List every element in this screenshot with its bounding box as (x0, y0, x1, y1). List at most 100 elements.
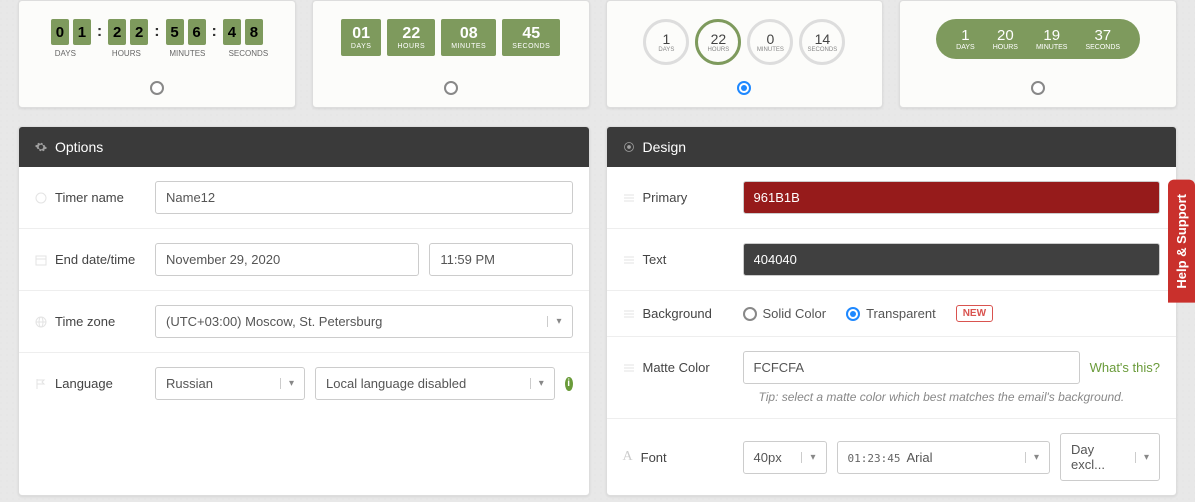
chevron-down-icon: ▾ (1135, 452, 1149, 463)
field-timezone: Time zone (UTC+03:00) Moscow, St. Peters… (19, 291, 589, 353)
circle-minutes: 0MINUTES (747, 19, 793, 65)
label-hours: HOURS (98, 49, 155, 58)
lines-icon (623, 254, 635, 266)
colon: : (210, 23, 219, 41)
background-label: Background (643, 306, 712, 321)
font-family-select[interactable]: 01:23:45Arial▾ (837, 441, 1051, 474)
unit-seconds: 45SECONDS (502, 19, 560, 56)
matte-tip: Tip: select a matte color which best mat… (607, 390, 1177, 418)
template-card-1: 0 1 : 2 2 : 5 6 : 4 8 DAYS HOURS MINUTES… (18, 0, 296, 108)
pill-minutes: 19MINUTES (1036, 27, 1068, 51)
design-title: Design (643, 139, 687, 155)
day-exclusion-select[interactable]: Day excl...▾ (1060, 433, 1160, 481)
text-label: Text (643, 252, 667, 267)
circle-seconds: 14SECONDS (799, 19, 845, 65)
digit: 4 (223, 19, 241, 45)
digit: 8 (245, 19, 263, 45)
chevron-down-icon: ▾ (280, 378, 294, 389)
label-minutes: MINUTES (159, 49, 216, 58)
target-icon (623, 141, 635, 153)
countdown-labels: DAYS HOURS MINUTES SECONDS (37, 49, 277, 58)
design-header: Design (607, 127, 1177, 167)
options-title: Options (55, 139, 103, 155)
end-time-input[interactable] (429, 243, 572, 276)
digit: 1 (73, 19, 91, 45)
label-seconds: SECONDS (220, 49, 277, 58)
font-icon: A (623, 449, 633, 465)
flag-icon (35, 378, 47, 390)
end-date-input[interactable] (155, 243, 419, 276)
whats-this-link[interactable]: What's this? (1090, 360, 1160, 375)
unit-minutes: 08MINUTES (441, 19, 496, 56)
chevron-down-icon: ▾ (1025, 452, 1039, 463)
font-label: Font (641, 450, 667, 465)
pill-days: 1DAYS (956, 27, 975, 51)
unit-hours: 22HOURS (387, 19, 435, 56)
primary-label: Primary (643, 190, 688, 205)
local-language-select[interactable]: Local language disabled▾ (315, 367, 555, 400)
label-days: DAYS (37, 49, 94, 58)
chevron-down-icon: ▾ (547, 316, 561, 327)
end-date-label: End date/time (55, 252, 135, 267)
lines-icon (623, 192, 635, 204)
colon: : (95, 23, 104, 41)
bg-transparent-radio[interactable] (846, 307, 860, 321)
matte-color-input[interactable] (743, 351, 1080, 384)
info-icon[interactable]: i (565, 377, 573, 391)
bg-transparent-option[interactable]: Transparent (846, 306, 936, 321)
font-size-select[interactable]: 40px▾ (743, 441, 827, 474)
template-radio-4[interactable] (1031, 81, 1045, 95)
field-language: Language Russian▾ Local language disable… (19, 353, 589, 414)
new-badge: NEW (956, 305, 993, 322)
digit: 5 (166, 19, 184, 45)
countdown-pill: 1DAYS 20HOURS 19MINUTES 37SECONDS (936, 19, 1140, 59)
globe-icon (35, 316, 47, 328)
language-select[interactable]: Russian▾ (155, 367, 305, 400)
field-end-date: End date/time (19, 229, 589, 291)
matte-label: Matte Color (643, 360, 710, 375)
field-primary-color: Primary (607, 167, 1177, 229)
template-radio-2[interactable] (444, 81, 458, 95)
calendar-icon (35, 254, 47, 266)
timezone-select[interactable]: (UTC+03:00) Moscow, St. Petersburg▾ (155, 305, 573, 338)
timer-name-label: Timer name (55, 190, 124, 205)
bg-solid-option[interactable]: Solid Color (743, 306, 827, 321)
language-label: Language (55, 376, 113, 391)
text-color-input[interactable] (743, 243, 1161, 276)
digit: 2 (130, 19, 148, 45)
digit: 0 (51, 19, 69, 45)
template-card-2: 01DAYS 22HOURS 08MINUTES 45SECONDS (312, 0, 590, 108)
template-card-3: 1DAYS 22HOURS 0MINUTES 14SECONDS (606, 0, 884, 108)
primary-color-input[interactable] (743, 181, 1161, 214)
digit: 2 (108, 19, 126, 45)
circle-hours: 22HOURS (695, 19, 741, 65)
pill-seconds: 37SECONDS (1085, 27, 1120, 51)
countdown-units: 01DAYS 22HOURS 08MINUTES 45SECONDS (338, 19, 563, 56)
lines-icon (623, 362, 635, 374)
field-font: A Font 40px▾ 01:23:45Arial▾ Day excl...▾ (607, 419, 1177, 495)
circle-days: 1DAYS (643, 19, 689, 65)
timezone-label: Time zone (55, 314, 115, 329)
chevron-down-icon: ▾ (530, 378, 544, 389)
gear-icon (35, 141, 47, 153)
unit-days: 01DAYS (341, 19, 382, 56)
help-support-tab[interactable]: Help & Support (1168, 180, 1195, 303)
font-preview: 01:23:45 (848, 452, 901, 465)
design-panel: Design Primary Text Background Solid Col… (606, 126, 1178, 496)
field-timer-name: Timer name (19, 167, 589, 229)
field-text-color: Text (607, 229, 1177, 291)
countdown-circles: 1DAYS 22HOURS 0MINUTES 14SECONDS (643, 19, 845, 65)
field-background: Background Solid Color Transparent NEW (607, 291, 1177, 337)
pill-hours: 20HOURS (993, 27, 1018, 51)
countdown-digits: 0 1 : 2 2 : 5 6 : 4 8 (51, 19, 263, 45)
options-panel: Options Timer name End date/time Time zo… (18, 126, 590, 496)
digit: 6 (188, 19, 206, 45)
timer-name-input[interactable] (155, 181, 573, 214)
lines-icon (623, 308, 635, 320)
template-radio-3[interactable] (737, 81, 751, 95)
template-radio-1[interactable] (150, 81, 164, 95)
bg-solid-radio[interactable] (743, 307, 757, 321)
chevron-down-icon: ▾ (801, 452, 815, 463)
colon: : (152, 23, 161, 41)
field-matte-color: Matte Color What's this? (607, 337, 1177, 390)
